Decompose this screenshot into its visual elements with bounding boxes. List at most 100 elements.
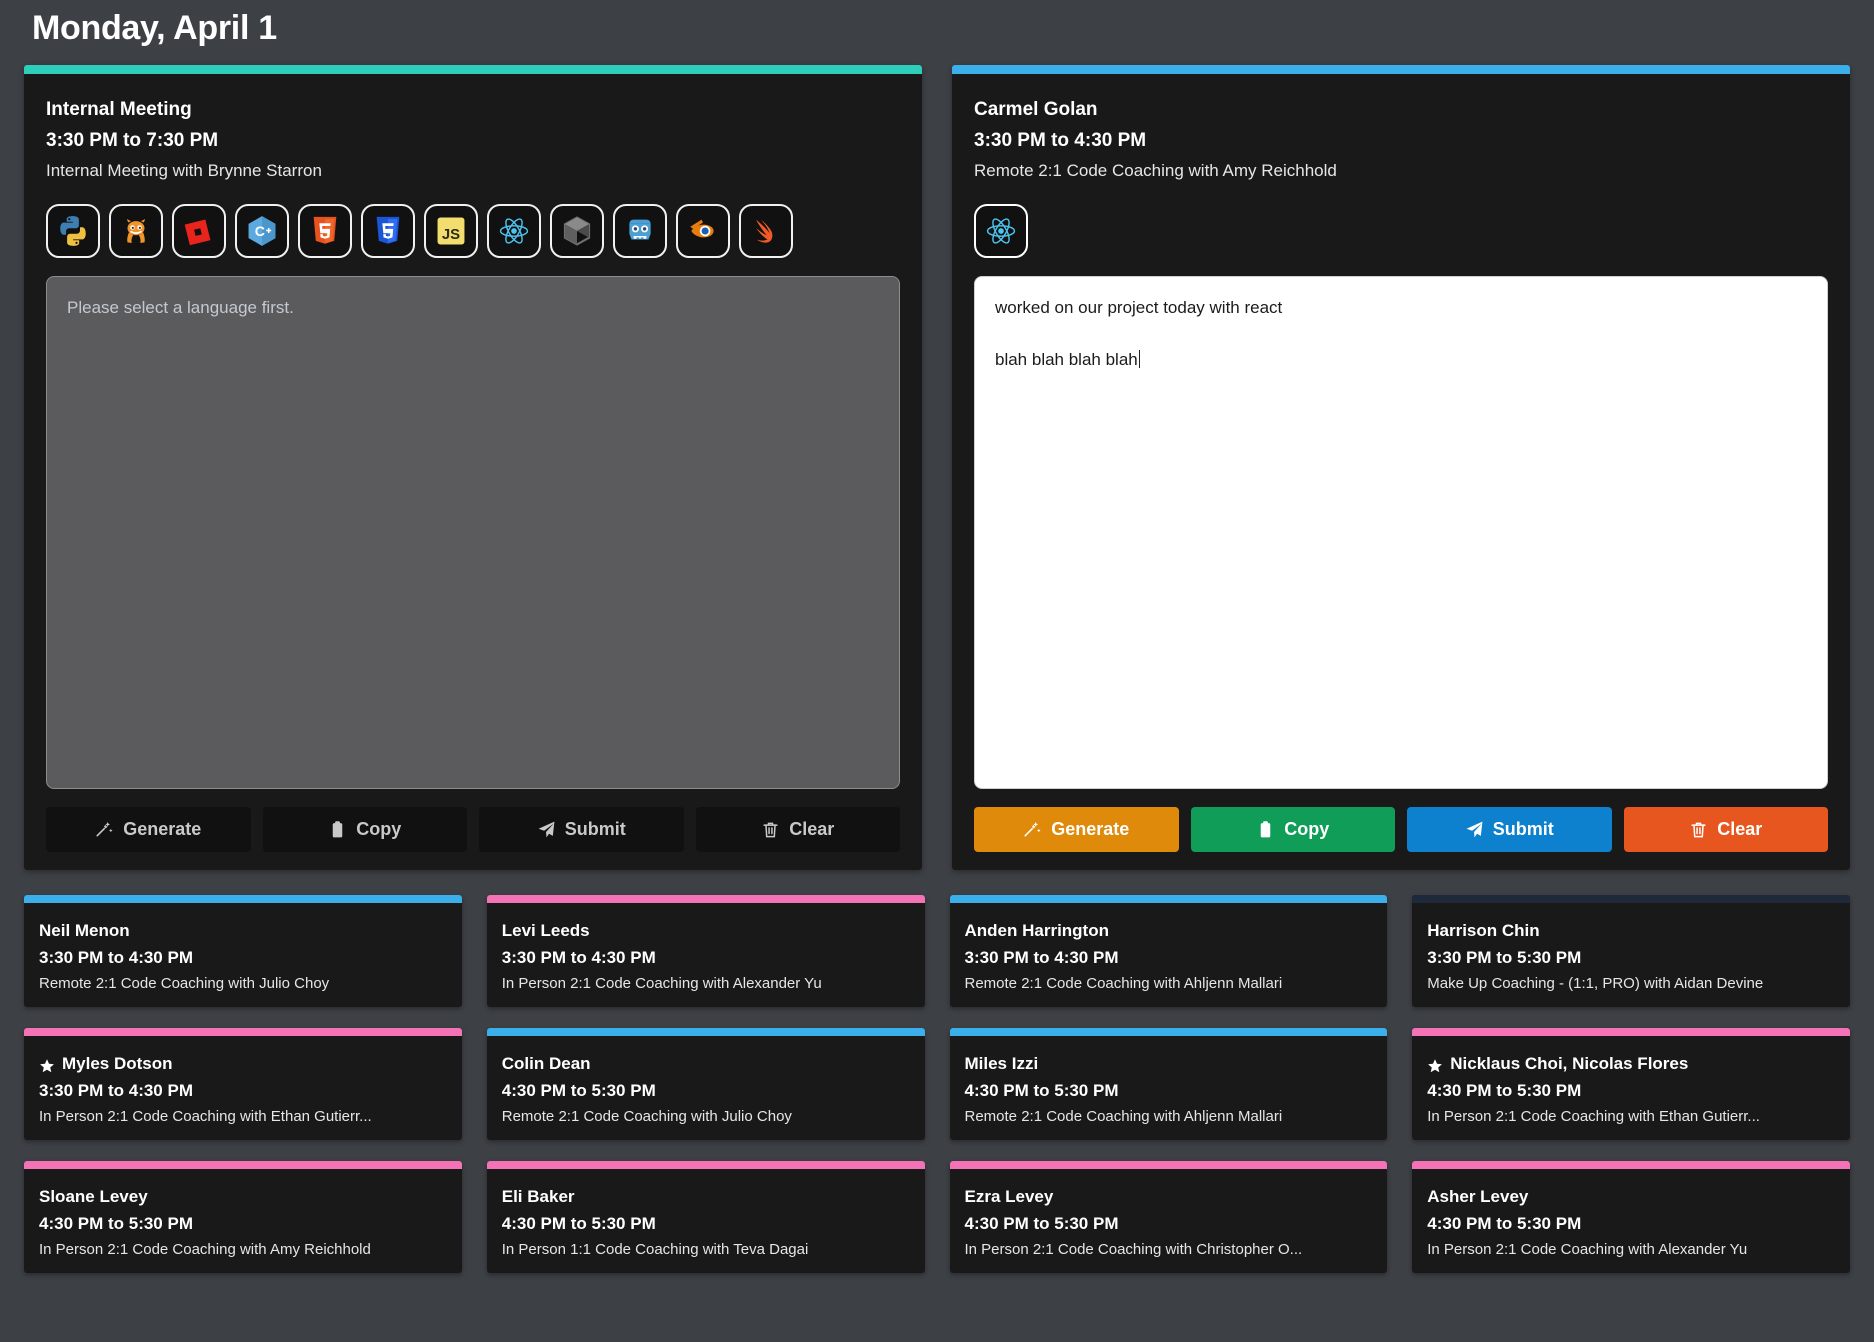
generate-button: Generate xyxy=(46,806,251,852)
session-description: Make Up Coaching - (1:1, PRO) with Aidan… xyxy=(1427,974,1764,992)
featured-events-row: Internal Meeting 3:30 PM to 7:30 PM Intern… xyxy=(24,64,1850,870)
language-option-css3[interactable] xyxy=(361,203,415,258)
session-name-text: Neil Menon xyxy=(39,920,130,940)
language-option-roblox[interactable] xyxy=(172,203,226,258)
session-card-body: Levi Leeds 3:30 PM to 4:30 PM In Person 2:… xyxy=(487,903,925,996)
button-label: Clear xyxy=(789,818,835,839)
generate-button[interactable]: Generate xyxy=(974,806,1179,852)
note-action-buttons: Generate Copy Submit Clear xyxy=(974,806,1828,852)
language-option-scratch[interactable] xyxy=(109,203,163,258)
button-label: Copy xyxy=(356,818,402,839)
clear-button[interactable]: Clear xyxy=(1623,806,1828,852)
session-card-body: Sloane Levey 4:30 PM to 5:30 PM In Person … xyxy=(24,1169,462,1262)
card-accent-bar xyxy=(1412,1160,1850,1169)
session-time: 4:30 PM to 5:30 PM xyxy=(39,1214,193,1234)
session-description: In Person 2:1 Code Coaching with Amy Rei… xyxy=(39,1240,371,1258)
language-option-react[interactable] xyxy=(974,203,1028,258)
session-card[interactable]: Neil Menon 3:30 PM to 4:30 PM Remote 2:1 C… xyxy=(24,894,462,1007)
session-card[interactable]: Colin Dean 4:30 PM to 5:30 PM Remote 2:1 C… xyxy=(486,1027,925,1140)
card-accent-bar xyxy=(952,64,1850,74)
card-accent-bar xyxy=(24,1027,462,1036)
session-student-name: Anden Harrington xyxy=(965,918,1373,944)
svg-text:JS: JS xyxy=(442,226,460,242)
event-time: 3:30 PM to 7:30 PM xyxy=(46,130,219,152)
card-accent-bar xyxy=(1412,1027,1850,1036)
card-accent-bar xyxy=(24,894,462,903)
session-card[interactable]: Nicklaus Choi, Nicolas Flores 4:30 PM to … xyxy=(1412,1027,1850,1140)
react-icon xyxy=(497,214,531,248)
note-action-buttons: Generate Copy Submit Clear xyxy=(46,806,900,852)
session-name-text: Colin Dean xyxy=(501,1053,591,1073)
session-name-text: Eli Baker xyxy=(501,1186,575,1206)
paper-plane-icon xyxy=(537,820,556,839)
card-accent-bar xyxy=(949,894,1388,903)
language-option-blender[interactable] xyxy=(676,203,730,258)
session-note-textarea[interactable]: Please select a language first. xyxy=(46,275,900,789)
button-label: Clear xyxy=(1717,818,1763,839)
javascript-icon: JS xyxy=(434,214,468,248)
svg-text:C: C xyxy=(255,223,265,239)
session-time: 4:30 PM to 5:30 PM xyxy=(964,1081,1119,1101)
language-option-swift[interactable] xyxy=(739,203,793,258)
session-card[interactable]: Anden Harrington 3:30 PM to 4:30 PM Remote… xyxy=(949,894,1388,1007)
card-accent-bar xyxy=(486,1160,925,1169)
session-card-body: Ezra Levey 4:30 PM to 5:30 PM In Person 2:… xyxy=(950,1169,1388,1262)
featured-event-card: Internal Meeting 3:30 PM to 7:30 PM Intern… xyxy=(24,64,922,870)
session-description: In Person 1:1 Code Coaching with Teva Da… xyxy=(501,1240,809,1258)
copy-button[interactable]: Copy xyxy=(1190,806,1395,852)
scratch-icon xyxy=(119,214,153,248)
language-option-godot[interactable] xyxy=(613,203,667,258)
session-card[interactable]: Eli Baker 4:30 PM to 5:30 PM In Person 1:1… xyxy=(486,1160,925,1273)
card-accent-bar xyxy=(949,1027,1388,1036)
session-card-body: Eli Baker 4:30 PM to 5:30 PM In Person 1:1… xyxy=(487,1169,925,1262)
session-student-name: Sloane Levey xyxy=(39,1184,447,1210)
language-option-python[interactable] xyxy=(46,203,100,258)
language-option-html5[interactable] xyxy=(298,203,352,258)
session-card[interactable]: Ezra Levey 4:30 PM to 5:30 PM In Person 2:… xyxy=(949,1160,1388,1273)
language-option-c-[interactable]: C xyxy=(235,203,289,258)
clipboard-icon xyxy=(328,820,347,839)
session-card[interactable]: Asher Levey 4:30 PM to 5:30 PM In Person 2… xyxy=(1412,1160,1850,1273)
session-card[interactable]: Myles Dotson 3:30 PM to 4:30 PM In Person … xyxy=(24,1027,462,1140)
card-accent-bar xyxy=(24,64,922,74)
event-title: Carmel Golan xyxy=(974,98,1098,120)
session-description: Remote 2:1 Code Coaching with Julio Choy xyxy=(39,974,330,992)
css3-icon xyxy=(371,214,405,248)
godot-icon xyxy=(623,214,657,248)
card-accent-bar xyxy=(24,1160,462,1169)
session-time: 4:30 PM to 5:30 PM xyxy=(501,1081,656,1101)
session-note-textarea[interactable]: worked on our project today with react b… xyxy=(974,275,1828,789)
session-time: 3:30 PM to 4:30 PM xyxy=(39,1081,193,1101)
session-time: 4:30 PM to 5:30 PM xyxy=(964,1214,1119,1234)
clipboard-icon xyxy=(1256,820,1275,839)
session-name-text: Nicklaus Choi, Nicolas Flores xyxy=(1450,1053,1689,1073)
session-student-name: Asher Levey xyxy=(1427,1184,1835,1210)
session-name-text: Sloane Levey xyxy=(39,1186,148,1206)
language-selector: C JS xyxy=(46,203,900,258)
button-label: Submit xyxy=(1492,818,1554,839)
session-student-name: Neil Menon xyxy=(39,918,447,944)
session-card[interactable]: Miles Izzi 4:30 PM to 5:30 PM Remote 2:1 C… xyxy=(949,1027,1388,1140)
copy-button: Copy xyxy=(262,806,467,852)
session-card[interactable]: Sloane Levey 4:30 PM to 5:30 PM In Person … xyxy=(24,1160,462,1273)
session-card[interactable]: Levi Leeds 3:30 PM to 4:30 PM In Person 2:… xyxy=(486,894,925,1007)
star-icon xyxy=(39,1056,55,1072)
language-option-javascript[interactable]: JS xyxy=(424,203,478,258)
react-icon xyxy=(984,214,1018,248)
session-card-body: Colin Dean 4:30 PM to 5:30 PM Remote 2:1 C… xyxy=(487,1036,925,1129)
session-card-body: Miles Izzi 4:30 PM to 5:30 PM Remote 2:1 C… xyxy=(950,1036,1388,1129)
submit-button: Submit xyxy=(479,806,684,852)
language-option-react[interactable] xyxy=(487,203,541,258)
session-time: 4:30 PM to 5:30 PM xyxy=(1427,1214,1582,1234)
submit-button[interactable]: Submit xyxy=(1407,806,1612,852)
card-accent-bar xyxy=(486,1027,925,1036)
session-name-text: Ezra Levey xyxy=(964,1186,1054,1206)
cplusplus-icon: C xyxy=(245,214,279,248)
session-student-name: Nicklaus Choi, Nicolas Flores xyxy=(1427,1051,1835,1077)
session-card[interactable]: Harrison Chin 3:30 PM to 5:30 PM Make Up C… xyxy=(1412,894,1850,1007)
button-label: Generate xyxy=(123,818,202,839)
language-option-unity[interactable] xyxy=(550,203,604,258)
session-time: 3:30 PM to 5:30 PM xyxy=(1427,948,1582,968)
session-student-name: Harrison Chin xyxy=(1427,918,1835,944)
button-label: Submit xyxy=(564,818,626,839)
